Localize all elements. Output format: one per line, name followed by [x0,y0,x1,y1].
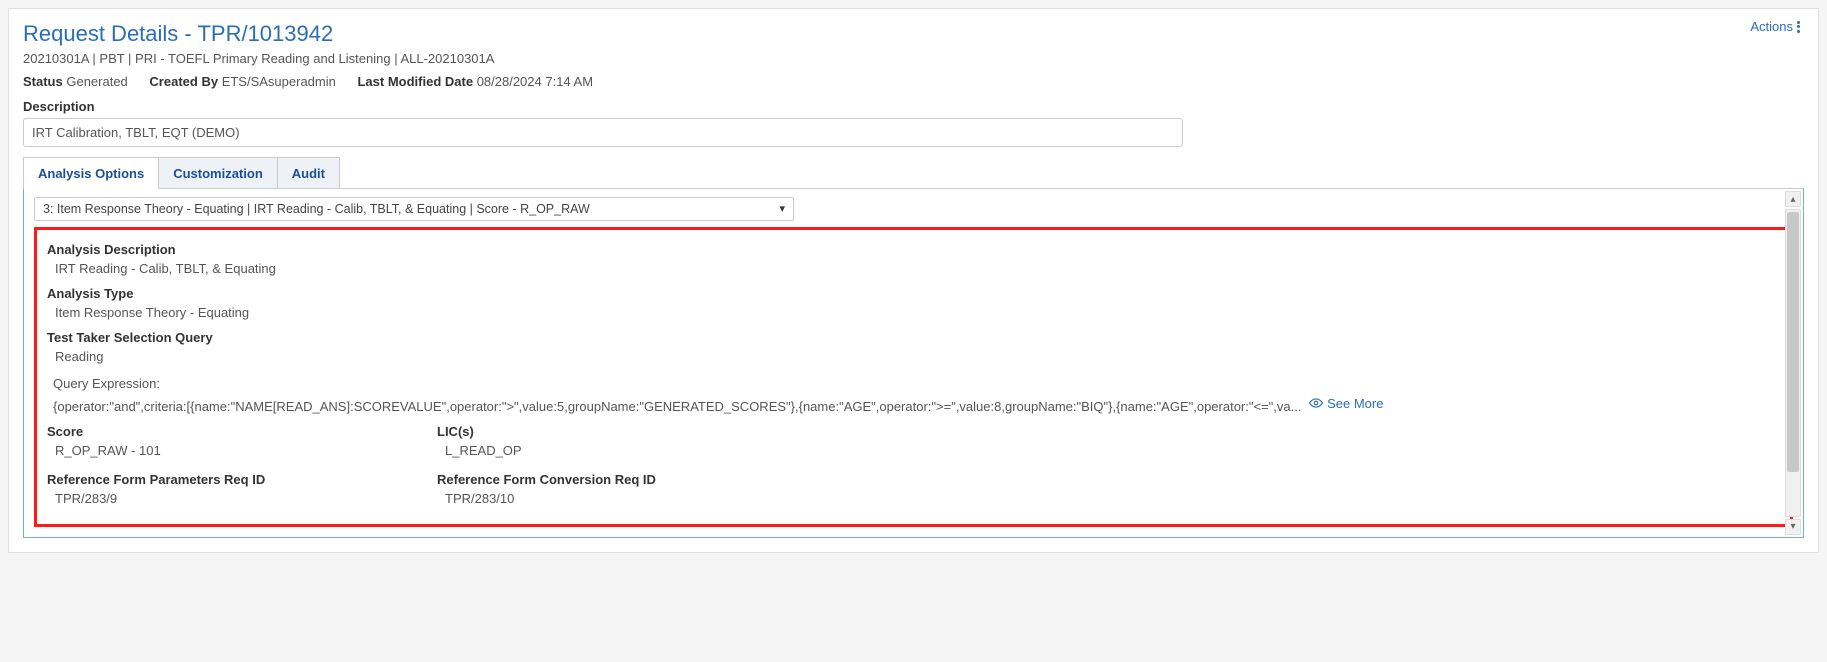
lic-label: LIC(s) [437,424,1780,439]
tab-bar: Analysis Options Customization Audit [23,157,1804,189]
description-label: Description [23,99,1804,114]
tab-customization[interactable]: Customization [159,157,278,189]
scrollbar-track[interactable] [1785,209,1801,517]
scroll-down-button[interactable]: ▾ [1785,519,1801,535]
query-expression-row: {operator:"and",criteria:[{name:"NAME[RE… [53,394,1780,416]
status-value: Generated [66,74,127,89]
analysis-type-value: Item Response Theory - Equating [55,305,1780,320]
test-taker-query-label: Test Taker Selection Query [47,330,1780,345]
score-lic-row: Score R_OP_RAW - 101 LIC(s) L_READ_OP [47,424,1780,464]
see-more-text: See More [1327,394,1383,414]
tab-analysis-options[interactable]: Analysis Options [23,157,159,189]
tab-panel-analysis: 3: Item Response Theory - Equating | IRT… [23,188,1804,538]
score-label: Score [47,424,437,439]
tab-audit[interactable]: Audit [278,157,340,189]
request-details-page: Actions Request Details - TPR/1013942 20… [8,8,1819,553]
created-by-value: ETS/SAsuperadmin [222,74,336,89]
dropdown-selected-text: 3: Item Response Theory - Equating | IRT… [43,202,590,216]
modified-label: Last Modified Date [357,74,473,89]
analysis-description-value: IRT Reading - Calib, TBLT, & Equating [55,261,1780,276]
eye-icon [1309,396,1323,410]
actions-label: Actions [1750,19,1793,34]
reference-row: Reference Form Parameters Req ID TPR/283… [47,472,1780,512]
ref-param-label: Reference Form Parameters Req ID [47,472,437,487]
ref-conv-label: Reference Form Conversion Req ID [437,472,1780,487]
query-expression-label: Query Expression: [53,374,1780,394]
created-by-label: Created By [149,74,218,89]
scroll-up-button[interactable]: ▴ [1785,191,1801,207]
highlighted-details-region: Analysis Description IRT Reading - Calib… [34,227,1793,527]
meta-row: Status Generated Created By ETS/SAsupera… [23,74,1804,89]
query-expression-value: {operator:"and",criteria:[{name:"NAME[RE… [53,398,1301,413]
ref-conv-value: TPR/283/10 [445,491,1780,506]
actions-menu[interactable]: Actions [1750,19,1800,34]
page-subtitle: 20210301A | PBT | PRI - TOEFL Primary Re… [23,51,1804,66]
modified-value: 08/28/2024 7:14 AM [477,74,593,89]
analysis-selector-dropdown[interactable]: 3: Item Response Theory - Equating | IRT… [34,197,794,221]
description-input[interactable] [23,118,1183,147]
lic-value: L_READ_OP [445,443,1780,458]
ref-param-value: TPR/283/9 [55,491,437,506]
see-more-link[interactable]: See More [1309,394,1383,414]
test-taker-query-value: Reading [55,349,1780,364]
kebab-icon [1797,21,1800,33]
score-value: R_OP_RAW - 101 [55,443,437,458]
page-title: Request Details - TPR/1013942 [23,21,1804,47]
analysis-type-label: Analysis Type [47,286,1780,301]
scrollbar-thumb[interactable] [1787,212,1799,472]
analysis-description-label: Analysis Description [47,242,1780,257]
status-label: Status [23,74,63,89]
